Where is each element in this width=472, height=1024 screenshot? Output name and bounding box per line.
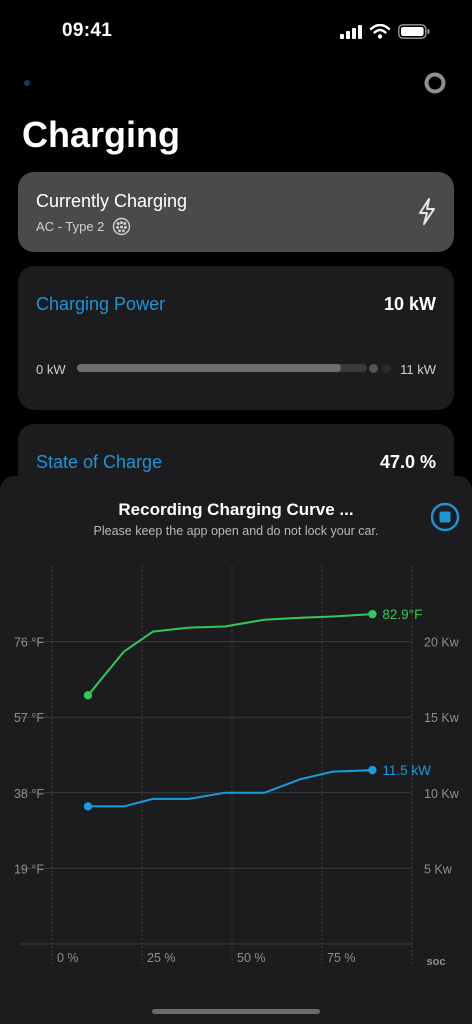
x-tick-label: 0 % [57,951,79,965]
power-min-label: 0 kW [36,362,66,377]
y-right-tick-label: 5 Kw [424,862,453,876]
y-left-tick-label: 38 °F [14,787,44,801]
soc-label: State of Charge [36,452,163,472]
y-left-tick-label: 57 °F [14,711,44,725]
power-start-point [83,802,93,811]
power-slider-thumb[interactable] [369,364,378,373]
currently-charging-card[interactable]: Currently Charging AC - Type 2 [18,172,454,252]
battery-icon [398,24,430,39]
temperature-end-label: 82.9°F [382,607,422,622]
connector-label: AC - Type 2 [36,219,105,234]
signal-icon [340,24,362,39]
temperature-end-point [368,609,377,619]
power-line [88,769,373,808]
power-end-point [368,765,377,775]
charging-curve-chart: 0 % 25 % 50 % 75 % soc 19 °F 38 °F 57 °F 76 °F 5 … [14,566,460,968]
soc-value: 47.0 % [379,452,436,472]
charging-screen: 09:41 Charging Currently Charging AC - T… [0,0,472,1024]
x-axis-label: soc [427,956,446,968]
type2-connector-icon [113,217,131,236]
power-slider-fill [77,364,341,372]
x-tick-label: 25 % [147,951,176,965]
x-tick-label: 50 % [237,951,266,965]
connection-dot [24,80,30,86]
currently-charging-title: Currently Charging [36,191,188,211]
connector-row: AC - Type 2 [36,217,131,236]
home-indicator [152,1009,320,1014]
power-end-label: 11.5 kW [382,763,431,778]
x-tick-label: 75 % [327,951,356,965]
charging-power-value: 10 kW [383,294,436,314]
charging-power-card: Charging Power 10 kW 0 kW 11 kW [18,266,454,410]
y-right-tick-label: 15 Kw [424,711,460,725]
temperature-start-point [83,691,93,700]
y-right-tick-label: 20 Kw [424,636,460,650]
temperature-line [87,613,373,696]
y-left-tick-label: 19 °F [14,862,44,876]
y-right-tick-label: 10 Kw [424,787,460,801]
charging-power-label: Charging Power [36,294,166,314]
power-slider-end [382,364,391,373]
power-max-label: 11 kW [400,362,436,377]
y-left-tick-label: 76 °F [14,636,44,650]
status-time: 09:41 [62,20,113,41]
power-slider-track[interactable] [77,364,367,372]
wifi-icon [370,24,390,39]
bolt-icon [419,198,435,225]
page-title: Charging [22,114,180,155]
status-icons [340,24,430,39]
settings-icon[interactable] [424,72,446,94]
